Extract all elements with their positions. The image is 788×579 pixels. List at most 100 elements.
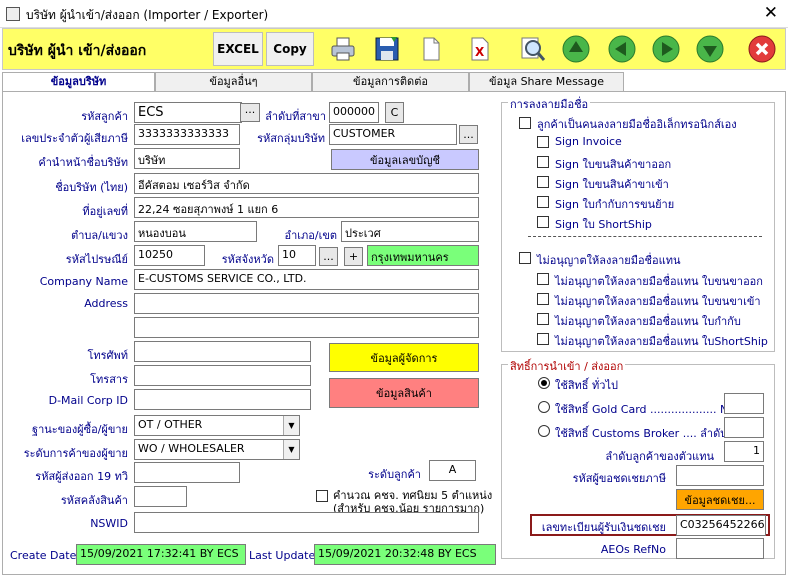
account-info-button[interactable]: ข้อมูลเลขบัญชี [331,149,479,170]
broker-order-field[interactable] [724,417,764,438]
branch-label: ลำดับที่สาขา [265,110,326,123]
create-date-field: 15/09/2021 17:32:41 BY ECS [76,544,246,565]
print-button[interactable] [326,32,360,66]
prefix-label: คำนำหน้าชื่อบริษัท [38,156,128,169]
signature-group-title: การลงลายมือชื่อ [508,95,591,113]
no-proxy-export-label: ไม่อนุญาตให้ลงลายมือชื่อแทน ใบขนขาออก [555,275,763,288]
province-code-field[interactable]: 10 [278,245,316,266]
branch-field[interactable]: 000000 [329,102,379,123]
customs-broker-radio[interactable] [538,425,550,437]
buyer-status-value: OT / OTHER [138,418,203,431]
group-lookup-button[interactable]: ... [459,125,478,144]
buyer-status-select[interactable]: OT / OTHER ▼ [134,415,300,436]
exporter19-field[interactable] [134,462,240,483]
previous-record-button[interactable] [605,32,639,66]
no-proxy-shortship-label: ไม่อนุญาตให้ลงลายมือชื่อแทน ใบShortShip [555,335,768,348]
postcode-field[interactable]: 10250 [134,245,205,266]
new-button[interactable] [414,32,448,66]
no-proxy-import-checkbox[interactable] [537,293,549,305]
company-name-label: Company Name [39,275,128,288]
last-update-label: Last Update : [249,549,323,562]
trade-level-select[interactable]: WO / WHOLESALER ▼ [134,439,300,460]
goods-info-button[interactable]: ข้อมูลสินค้า [329,378,479,408]
next-record-button[interactable] [649,32,683,66]
phone-field[interactable] [134,341,311,362]
no-proxy-transfer-checkbox[interactable] [537,313,549,325]
subdistrict-label: ตำบล/แขวง [71,229,128,242]
customer-level-label: ระดับลูกค้า [368,468,421,481]
branch-c-button[interactable]: C [385,102,404,123]
address-line2-field[interactable] [134,317,479,338]
trade-level-label: ระดับการค้าของผู้ขาย [23,447,128,460]
refund-info-button[interactable]: ข้อมูลชดเชย... [676,489,764,510]
tab-contact-info[interactable]: ข้อมูลการติดต่อ [312,72,469,92]
sign-import-checkbox[interactable] [537,176,549,188]
first-record-icon [562,35,590,63]
province-lookup-button[interactable]: ... [319,247,338,266]
svg-text:X: X [475,45,485,59]
warehouse-field[interactable] [134,486,187,507]
dmail-field[interactable] [134,389,311,410]
tab-other-info[interactable]: ข้อมูลอื่นๆ [155,72,312,92]
sign-invoice-checkbox[interactable] [537,136,549,148]
name-th-field[interactable]: อีคัสตอม เซอร์วิส จำกัด [134,173,479,194]
tab-company-info[interactable]: ข้อมูลบริษัท [2,72,155,92]
create-date-label: Create Date : [10,549,84,562]
sign-shortship-checkbox[interactable] [537,216,549,228]
province-add-button[interactable]: + [344,247,363,266]
signature-group: การลงลายมือชื่อ ลูกค้าเป็นคนลงลายมือชื่อ… [501,95,775,352]
district-field[interactable]: ประเวศ [341,221,479,242]
last-record-button[interactable] [693,32,727,66]
customer-level-field[interactable]: A [429,460,476,481]
buyer-status-label: ฐานะของผู้ซื้อ/ผู้ขาย [32,423,128,436]
address-label: Address [84,297,128,310]
sign-export-checkbox[interactable] [537,156,549,168]
no-proxy-shortship-checkbox[interactable] [537,333,549,345]
delete-icon: X [471,37,489,61]
general-rights-radio[interactable] [538,377,550,389]
calc-5-decimal-checkbox[interactable] [316,490,328,502]
refund-reg-field[interactable]: C0325645226655 [676,515,766,536]
no-proxy-checkbox[interactable] [519,252,531,264]
aeo-refno-field[interactable] [676,538,764,559]
customer-code-field[interactable]: ECS [134,102,242,123]
prefix-field[interactable]: บริษัท [134,148,240,169]
save-button[interactable] [370,32,404,66]
district-label: อำเภอ/เขต [284,229,337,242]
next-record-icon [652,35,680,63]
window-title: บริษัท ผู้นำเข้า/ส่งออก (Importer / Expo… [26,8,269,22]
customer-lookup-button[interactable]: ··· [240,103,260,122]
group-field[interactable]: CUSTOMER [329,124,457,145]
no-proxy-export-checkbox[interactable] [537,273,549,285]
refund-tax-field[interactable] [676,465,764,486]
group-label: รหัสกลุ่มบริษัท [257,132,325,145]
company-name-field[interactable]: E-CUSTOMS SERVICE CO., LTD. [134,269,479,290]
rep-order-field[interactable]: 1 [724,441,764,462]
aeo-refno-label: AEOs RefNo [600,543,666,556]
exit-button[interactable] [745,32,779,66]
gold-card-no-field[interactable] [724,393,764,414]
delete-button[interactable]: X [463,32,497,66]
new-document-icon [423,37,440,61]
refund-reg-label: เลขทะเบียนผู้รับเงินชดเชย [541,521,666,534]
excel-button[interactable]: EXCEL [213,32,263,66]
e-sign-checkbox[interactable] [519,117,531,129]
close-window-button[interactable]: ✕ [764,3,778,23]
manager-info-button[interactable]: ข้อมูลผู้จัดการ [329,343,479,372]
nswid-field[interactable] [134,512,479,533]
address-no-field[interactable]: 22,24 ซอยสุภาพงษ์ 1 แยก 6 [134,197,479,218]
search-button[interactable] [516,32,550,66]
tab-share-message[interactable]: ข้อมูล Share Message [469,72,624,92]
title-bar: บริษัท ผู้นำเข้า/ส่งออก (Importer / Expo… [0,0,788,28]
copy-button[interactable]: Copy [266,32,314,66]
exit-icon [748,35,776,63]
subdistrict-field[interactable]: หนองบอน [134,221,257,242]
sign-transfer-checkbox[interactable] [537,196,549,208]
save-icon [375,37,399,61]
address-line1-field[interactable] [134,293,479,314]
first-record-button[interactable] [559,32,593,66]
gold-card-radio[interactable] [538,401,550,413]
fax-field[interactable] [134,365,311,386]
tax-id-field[interactable]: 3333333333333 [134,124,240,145]
no-proxy-import-label: ไม่อนุญาตให้ลงลายมือชื่อแทน ใบขนขาเข้า [555,295,761,308]
